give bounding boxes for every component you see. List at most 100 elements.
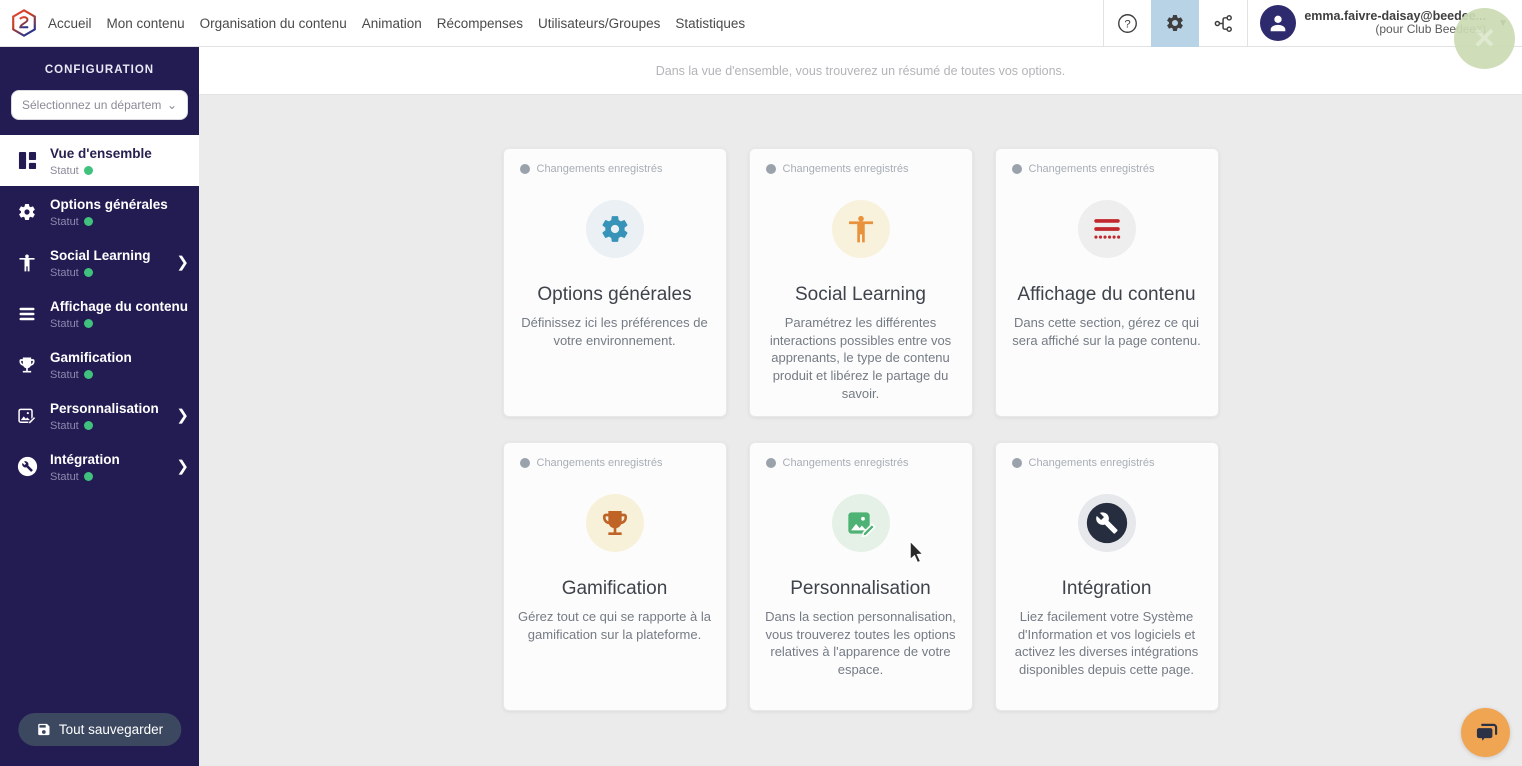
sidebar-item-label: Intégration <box>50 452 120 467</box>
nav-item-mon-contenu[interactable]: Mon contenu <box>107 12 185 35</box>
chevron-right-icon: ❯ <box>176 255 189 270</box>
sidebar-item-affichage-du-contenu[interactable]: Affichage du contenu Statut <box>0 288 199 339</box>
configuration-page: Accueil Mon contenu Organisation du cont… <box>0 0 1522 766</box>
card-affichage-du-contenu[interactable]: Changements enregistrés Affichage du con… <box>995 148 1219 417</box>
gear-icon <box>586 200 644 258</box>
status-row: Statut <box>50 471 120 483</box>
card-options-generales[interactable]: Changements enregistrés Options générale… <box>503 148 727 417</box>
status-dot <box>520 164 530 174</box>
recording-close-button[interactable]: ✕ <box>1454 8 1515 69</box>
status-dot <box>766 164 776 174</box>
card-title: Affichage du contenu <box>996 284 1218 306</box>
status-row: Statut <box>50 369 132 381</box>
status-dot <box>84 217 93 226</box>
department-select[interactable]: Sélectionnez un départem ⌄ <box>11 90 188 120</box>
svg-text:?: ? <box>1125 18 1131 30</box>
configuration-sidebar: CONFIGURATION Sélectionnez un départem ⌄… <box>0 47 199 766</box>
card-description: Dans cette section, gérez ce qui sera af… <box>1009 314 1205 349</box>
chevron-right-icon: ❯ <box>176 408 189 423</box>
card-personnalisation[interactable]: Changements enregistrés Personnalisation… <box>749 442 973 711</box>
wrench-icon <box>1078 494 1136 552</box>
info-banner-text: Dans la vue d'ensemble, vous trouverez u… <box>656 64 1066 78</box>
sidebar-item-label: Social Learning <box>50 248 151 263</box>
user-icon <box>1267 12 1289 34</box>
card-social-learning[interactable]: Changements enregistrés Social Learning … <box>749 148 973 417</box>
nav-item-statistiques[interactable]: Statistiques <box>675 12 745 35</box>
gear-icon <box>14 202 40 222</box>
person-icon <box>832 200 890 258</box>
sidebar-item-integration[interactable]: Intégration Statut ❯ <box>0 441 199 492</box>
status-dot <box>84 370 93 379</box>
save-all-label: Tout sauvegarder <box>59 722 163 737</box>
card-status: Changements enregistrés <box>1012 457 1155 469</box>
card-title: Personnalisation <box>750 578 972 600</box>
sidebar-item-options-generales[interactable]: Options générales Statut <box>0 186 199 237</box>
sidebar-item-personnalisation[interactable]: Personnalisation Statut ❯ <box>0 390 199 441</box>
sidebar-title: CONFIGURATION <box>0 47 199 76</box>
card-description: Paramétrez les différentes interactions … <box>763 314 959 402</box>
card-description: Définissez ici les préférences de votre … <box>517 314 713 349</box>
trophy-icon <box>14 355 40 375</box>
card-title: Intégration <box>996 578 1218 600</box>
card-gamification[interactable]: Changements enregistrés Gamification Gér… <box>503 442 727 711</box>
status-dot <box>84 166 93 175</box>
status-dot <box>766 458 776 468</box>
beedeez-logo[interactable] <box>0 8 48 38</box>
org-share-icon <box>1213 13 1234 34</box>
status-dot <box>520 458 530 468</box>
info-banner: Dans la vue d'ensemble, vous trouverez u… <box>199 47 1522 95</box>
card-description: Gérez tout ce qui se rapporte à la gamif… <box>517 608 713 643</box>
card-title: Social Learning <box>750 284 972 306</box>
lines-icon <box>14 304 40 324</box>
status-dot <box>84 268 93 277</box>
card-status: Changements enregistrés <box>1012 163 1155 175</box>
help-button[interactable]: ? <box>1103 0 1151 47</box>
top-navbar: Accueil Mon contenu Organisation du cont… <box>0 0 1522 47</box>
lines-icon <box>1078 200 1136 258</box>
save-icon <box>36 722 51 737</box>
sidebar-item-vue-densemble[interactable]: Vue d'ensemble Statut <box>0 135 199 186</box>
status-dot <box>1012 164 1022 174</box>
dashboard-icon <box>14 151 40 170</box>
wrench-icon <box>14 456 40 477</box>
avatar <box>1260 5 1296 41</box>
nav-item-accueil[interactable]: Accueil <box>48 12 92 35</box>
image-edit-icon <box>14 406 40 426</box>
org-share-button[interactable] <box>1199 0 1247 47</box>
sidebar-item-gamification[interactable]: Gamification Statut <box>0 339 199 390</box>
sidebar-item-social-learning[interactable]: Social Learning Statut ❯ <box>0 237 199 288</box>
sidebar-item-label: Options générales <box>50 197 168 212</box>
chat-bubbles-icon <box>1473 720 1499 746</box>
chat-widget-button[interactable] <box>1461 708 1510 757</box>
nav-item-animation[interactable]: Animation <box>362 12 422 35</box>
status-row: Statut <box>50 318 188 330</box>
status-row: Statut <box>50 216 168 228</box>
save-all-button[interactable]: Tout sauvegarder <box>18 713 181 746</box>
nav-item-utilisateurs-groupes[interactable]: Utilisateurs/Groupes <box>538 12 660 35</box>
trophy-icon <box>586 494 644 552</box>
card-title: Gamification <box>504 578 726 600</box>
sidebar-menu: Vue d'ensemble Statut Options générales … <box>0 135 199 492</box>
status-dot <box>84 472 93 481</box>
settings-button[interactable] <box>1151 0 1199 47</box>
card-status: Changements enregistrés <box>520 457 663 469</box>
card-integration[interactable]: Changements enregistrés Intégration Liez… <box>995 442 1219 711</box>
chevron-down-icon: ⌄ <box>167 98 177 112</box>
card-description: Dans la section personnalisation, vous t… <box>763 608 959 679</box>
status-dot <box>84 421 93 430</box>
image-edit-icon <box>832 494 890 552</box>
status-row: Statut <box>50 267 151 279</box>
overview-content: Changements enregistrés Options générale… <box>199 95 1522 766</box>
status-row: Statut <box>50 165 152 177</box>
nav-item-recompenses[interactable]: Récompenses <box>437 12 523 35</box>
sidebar-item-label: Vue d'ensemble <box>50 146 152 161</box>
settings-icon <box>1165 13 1185 33</box>
card-status: Changements enregistrés <box>766 163 909 175</box>
sidebar-item-label: Gamification <box>50 350 132 365</box>
help-icon: ? <box>1117 13 1138 34</box>
nav-item-organisation[interactable]: Organisation du contenu <box>200 12 347 35</box>
status-dot <box>84 319 93 328</box>
card-status: Changements enregistrés <box>766 457 909 469</box>
card-title: Options générales <box>504 284 726 306</box>
card-description: Liez facilement votre Système d'Informat… <box>1009 608 1205 679</box>
